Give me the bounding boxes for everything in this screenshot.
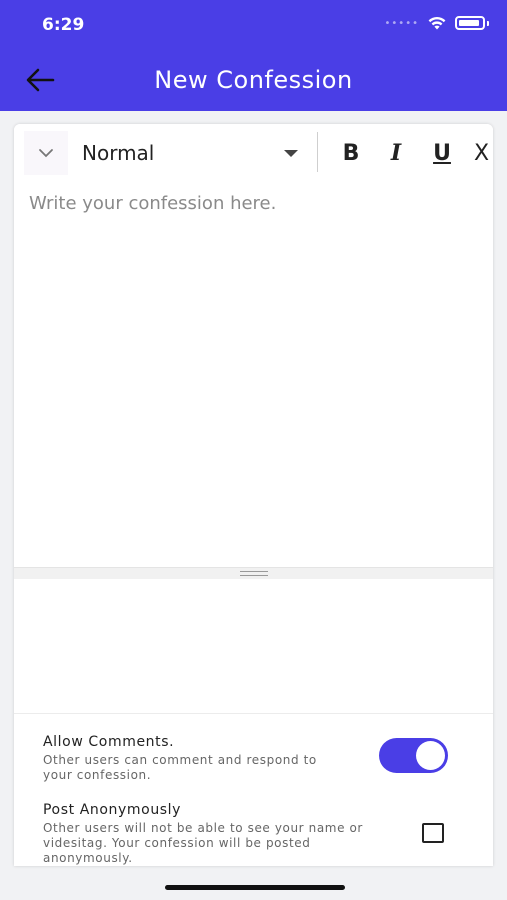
post-anonymously-option: Post Anonymously Other users will not be… — [43, 802, 473, 866]
text-style-value: Normal — [82, 141, 155, 165]
battery-icon — [455, 16, 485, 30]
text-style-select[interactable]: Normal — [82, 138, 302, 168]
post-anonymously-title: Post Anonymously — [43, 802, 182, 818]
post-anonymously-description: Other users will not be able to see your… — [43, 821, 363, 865]
editor-resize-handle[interactable] — [14, 567, 493, 579]
home-indicator[interactable] — [165, 885, 345, 890]
editor-extra-area — [14, 579, 493, 714]
signal-icon: ••••• — [384, 17, 419, 29]
strikethrough-button[interactable]: X — [474, 138, 492, 168]
confession-card: Normal B I U X Write your confession her… — [14, 124, 493, 866]
collapse-toolbar-button[interactable] — [24, 131, 68, 175]
status-icons: ••••• — [384, 16, 489, 30]
grip-icon — [239, 571, 268, 576]
editor-toolbar: Normal B I U X — [14, 124, 493, 180]
wifi-icon — [428, 16, 446, 30]
italic-button[interactable]: I — [384, 138, 408, 168]
page-title: New Confession — [154, 66, 353, 94]
bold-button[interactable]: B — [339, 138, 363, 168]
editor-placeholder: Write your confession here. — [29, 193, 277, 214]
confession-editor[interactable]: Write your confession here. — [14, 180, 493, 567]
toolbar-divider — [317, 132, 318, 172]
app-header: 6:29 ••••• New Confession — [0, 0, 507, 111]
allow-comments-toggle[interactable] — [379, 738, 448, 773]
allow-comments-description: Other users can comment and respond to y… — [43, 753, 317, 782]
chevron-down-icon — [39, 149, 53, 158]
post-anonymously-checkbox[interactable] — [422, 823, 444, 843]
status-time: 6:29 — [42, 15, 85, 35]
toggle-knob — [416, 741, 445, 770]
underline-button[interactable]: U — [429, 138, 455, 168]
caret-down-icon — [284, 149, 298, 157]
